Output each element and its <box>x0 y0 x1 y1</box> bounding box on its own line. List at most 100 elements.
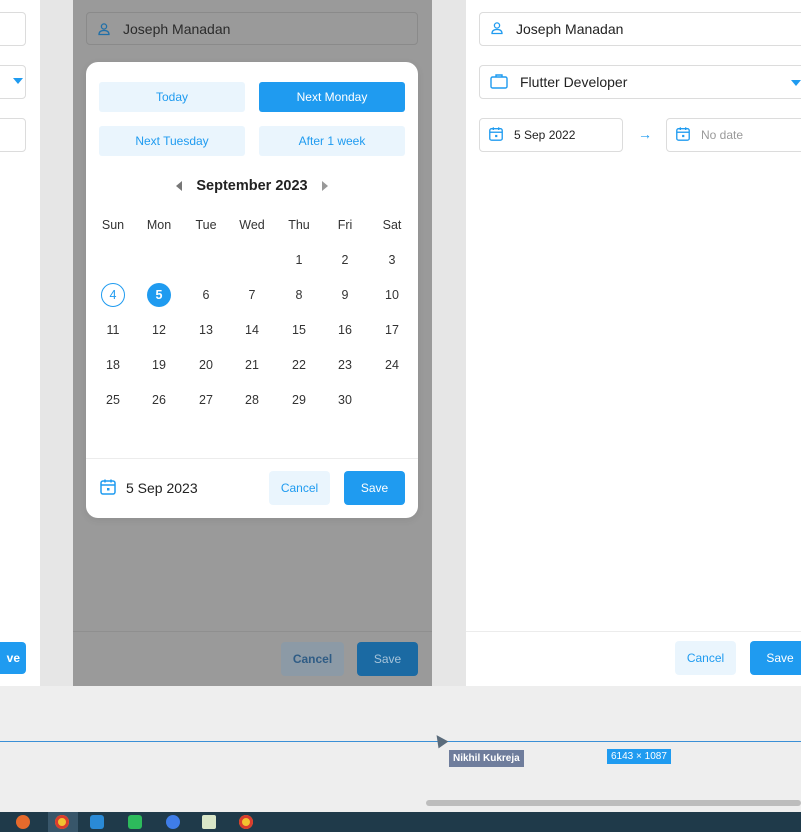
person-icon <box>97 22 111 36</box>
day-circle <box>333 248 357 272</box>
chart-app-icon[interactable] <box>202 815 216 829</box>
dropdown-caret-icon[interactable] <box>791 80 801 86</box>
month-label: September 2023 <box>196 178 308 194</box>
day-circle <box>380 248 404 272</box>
calendar-day[interactable]: 21 <box>229 353 275 377</box>
calendar-day[interactable]: 1 <box>276 248 322 272</box>
day-circle <box>194 353 218 377</box>
weekday-label: Mon <box>146 218 172 232</box>
app-icon[interactable] <box>166 815 180 829</box>
name-value: Joseph Manadan <box>516 21 624 37</box>
day-circle <box>380 283 404 307</box>
date-picker-dialog: Today Next Monday Next Tuesday After 1 w… <box>86 62 418 518</box>
calendar-day[interactable]: 15 <box>276 318 322 342</box>
day-circle <box>101 318 125 342</box>
weekday-label: Tue <box>195 218 217 232</box>
calendar-day[interactable]: 29 <box>276 388 322 412</box>
prev-month-icon[interactable] <box>176 181 183 191</box>
cancel-button[interactable]: Cancel <box>675 641 736 675</box>
end-date-field[interactable]: No date <box>666 118 801 152</box>
right-frame: Joseph Manadan Flutter Developer 5 Sep 2… <box>466 0 801 686</box>
name-field[interactable] <box>0 12 26 46</box>
calendar-day[interactable]: 25 <box>90 388 136 412</box>
day-circle <box>333 353 357 377</box>
calendar-day[interactable]: 14 <box>229 318 275 342</box>
quick-next-monday-button[interactable]: Next Monday <box>259 82 405 112</box>
selection-guide-line <box>0 741 801 742</box>
calendar-icon <box>675 126 691 145</box>
start-date-value: 5 Sep 2022 <box>514 128 576 142</box>
calendar-day[interactable]: 22 <box>276 353 322 377</box>
calendar-day[interactable]: 18 <box>90 353 136 377</box>
day-circle <box>240 283 264 307</box>
calendar-day[interactable]: 20 <box>183 353 229 377</box>
weekday-label: Sat <box>382 218 402 232</box>
calendar-day[interactable]: 19 <box>136 353 182 377</box>
calendar-day-today[interactable]: 4 <box>90 283 136 307</box>
date-field[interactable] <box>0 118 26 152</box>
day-number: 5 <box>155 288 163 302</box>
name-field[interactable]: Joseph Manadan <box>479 12 801 46</box>
quick-next-tuesday-button[interactable]: Next Tuesday <box>99 126 245 156</box>
cancel-button[interactable]: Cancel <box>269 471 330 505</box>
left-frame: ve <box>0 0 40 686</box>
cursor-icon <box>431 731 449 749</box>
calendar-day-selected[interactable]: 5 <box>136 283 182 307</box>
collaborator-tag: Nikhil Kukreja <box>449 750 524 767</box>
calendar-day[interactable]: 6 <box>183 283 229 307</box>
start-date-field[interactable]: 5 Sep 2022 <box>479 118 623 152</box>
day-circle <box>333 388 357 412</box>
day-circle <box>194 388 218 412</box>
day-circle <box>333 318 357 342</box>
calendar-day[interactable]: 30 <box>322 388 368 412</box>
save-button[interactable]: Save <box>344 471 405 505</box>
calendar-day[interactable]: 13 <box>183 318 229 342</box>
day-circle <box>101 353 125 377</box>
footer: Cancel Save <box>73 631 432 686</box>
quick-after-1-week-button[interactable]: After 1 week <box>259 126 405 156</box>
calendar-day[interactable]: 11 <box>90 318 136 342</box>
calendar-day[interactable]: 10 <box>369 283 415 307</box>
calendar-day[interactable]: 16 <box>322 318 368 342</box>
horizontal-scrollbar[interactable] <box>426 800 801 806</box>
calendar-day[interactable]: 23 <box>322 353 368 377</box>
cancel-button[interactable]: Cancel <box>281 642 344 676</box>
meet-icon[interactable] <box>128 815 142 829</box>
selected-date-display: 5 Sep 2023 <box>99 476 198 500</box>
calendar-day[interactable]: 12 <box>136 318 182 342</box>
chrome-icon[interactable] <box>55 815 69 829</box>
person-icon <box>490 21 504 38</box>
save-button[interactable]: Save <box>750 641 801 675</box>
calendar-icon <box>488 126 504 145</box>
calendar-day[interactable]: 24 <box>369 353 415 377</box>
save-button[interactable]: Save <box>357 642 418 676</box>
day-circle <box>287 318 311 342</box>
day-circle <box>240 388 264 412</box>
calendar-day[interactable]: 27 <box>183 388 229 412</box>
next-month-icon[interactable] <box>321 181 328 191</box>
role-field[interactable]: Flutter Developer <box>479 65 801 99</box>
quick-today-button[interactable]: Today <box>99 82 245 112</box>
calendar-day[interactable]: 7 <box>229 283 275 307</box>
weekday-label: Sun <box>101 218 125 232</box>
day-circle <box>194 283 218 307</box>
calendar-day[interactable]: 3 <box>369 248 415 272</box>
calendar-day[interactable]: 9 <box>322 283 368 307</box>
name-field[interactable]: Joseph Manadan <box>86 12 418 45</box>
calendar-day[interactable]: 17 <box>369 318 415 342</box>
save-button[interactable]: ve <box>0 642 26 674</box>
day-circle <box>287 283 311 307</box>
dimensions-badge: 6143 × 1087 <box>607 749 671 764</box>
calendar-day[interactable]: 2 <box>322 248 368 272</box>
chrome-icon[interactable] <box>239 815 253 829</box>
calendar-day[interactable]: 26 <box>136 388 182 412</box>
design-canvas[interactable]: Nikhil Kukreja 6143 × 1087 <box>0 686 801 812</box>
day-circle <box>380 353 404 377</box>
dropdown-caret-icon[interactable] <box>13 78 23 84</box>
month-navigator: September 2023 <box>86 176 418 196</box>
calendar-day[interactable]: 28 <box>229 388 275 412</box>
calendar-day[interactable]: 8 <box>276 283 322 307</box>
vscode-icon[interactable] <box>90 815 104 829</box>
firefox-icon[interactable] <box>16 815 30 829</box>
briefcase-icon <box>490 73 508 92</box>
